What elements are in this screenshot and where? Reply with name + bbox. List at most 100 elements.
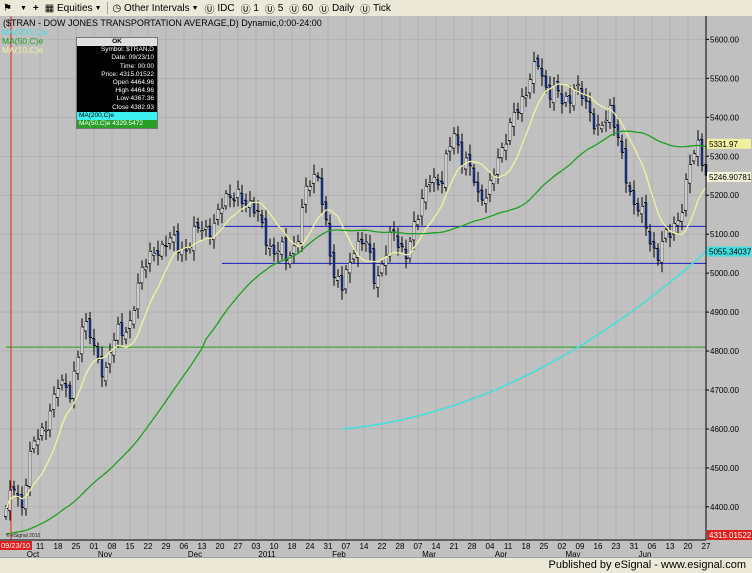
y-tick-label: 4700.00: [710, 386, 739, 395]
dollar-icon: Ⓤ: [240, 4, 254, 16]
x-tick-label: 18: [54, 542, 63, 551]
toolbar: ⚑ ▼ + ▦ Equities ▼ ◷ Other Intervals ▼ Ⓤ…: [0, 0, 752, 17]
y-tick-label: 5300.00: [710, 152, 739, 161]
y-tick-label: 5000.00: [710, 269, 739, 278]
x-tick-label: 23: [612, 542, 621, 551]
equities-label: Equities: [56, 2, 93, 14]
price-info-box: OK Symbol: $TRAN,D Date: 09/23/10 Time: …: [76, 37, 158, 130]
interval-daily-button[interactable]: Ⓤ Daily: [316, 1, 357, 16]
x-tick-label: 16: [594, 542, 603, 551]
y-tick-label: 5100.00: [710, 230, 739, 239]
svg-text:5055.34037: 5055.34037: [709, 248, 752, 257]
y-tick-label: 5200.00: [710, 191, 739, 200]
x-tick-label: 20: [684, 542, 693, 551]
interval-60-label: 60: [302, 2, 314, 14]
bookmark-icon[interactable]: ⚑: [0, 1, 15, 15]
price-box-open: Open 4464.96: [112, 79, 154, 87]
cursor-date-badge: 09/23/10: [0, 541, 32, 550]
svg-text:09/23/10: 09/23/10: [1, 541, 30, 550]
x-tick-label: 04: [486, 542, 495, 551]
x-tick-label: 25: [72, 542, 81, 551]
legend-ma10: MA(10,C)e: [2, 45, 43, 55]
y-tick-label: 5600.00: [710, 35, 739, 44]
price-box-ma200: MA(200,C)e: [77, 111, 157, 121]
price-box-ma50: MA(50,C)e 4329.5472: [77, 120, 157, 129]
month-label: Apr: [495, 550, 508, 557]
month-label: Dec: [188, 550, 202, 557]
y-tick-label: 5500.00: [710, 74, 739, 83]
price-box-time: Time: 00:00: [119, 62, 154, 70]
svg-text:5246.90781: 5246.90781: [709, 173, 752, 182]
dollar-icon: Ⓤ: [319, 4, 332, 16]
price-box-date: Date: 09/23/10: [111, 54, 154, 62]
status-bar: Published by eSignal - www.esignal.com: [0, 557, 752, 573]
interval-60-button[interactable]: Ⓤ 60: [286, 1, 316, 16]
equities-menu[interactable]: ▦ Equities ▼: [42, 1, 105, 15]
price-box-price: Price: 4315.01522: [101, 70, 154, 78]
symbol-dropdown-icon[interactable]: ▼: [15, 1, 30, 15]
x-tick-label: 25: [540, 542, 549, 551]
chart-title: ($TRAN - DOW JONES TRANSPORTATION AVERAG…: [3, 18, 322, 28]
chart-icon: ▦: [44, 2, 57, 14]
idc-label: IDC: [217, 2, 235, 14]
x-tick-label: 27: [234, 542, 243, 551]
x-tick-label: 20: [216, 542, 225, 551]
interval-idc-button[interactable]: Ⓤ IDC: [202, 1, 238, 16]
x-tick-label: 24: [306, 542, 315, 551]
x-tick-label: 21: [450, 542, 459, 551]
price-box-header: OK: [77, 38, 157, 47]
interval-1-label: 1: [253, 2, 259, 14]
ma10-value-badge: 5331.97: [707, 138, 751, 149]
x-tick-label: 22: [378, 542, 387, 551]
dollar-icon: Ⓤ: [204, 4, 218, 16]
month-label: Mar: [422, 550, 436, 557]
x-tick-label: 27: [702, 542, 711, 551]
x-tick-label: 28: [468, 542, 477, 551]
price-box-low: Low 4367.36: [116, 95, 154, 103]
chevron-down-icon: ▼: [94, 4, 102, 12]
add-icon[interactable]: +: [30, 1, 42, 15]
watermark: © eSignal 2010: [6, 532, 40, 539]
y-tick-label: 4600.00: [710, 425, 739, 434]
interval-daily-label: Daily: [331, 2, 355, 14]
month-label: Nov: [98, 550, 112, 557]
interval-5-label: 5: [277, 2, 284, 14]
svg-text:5331.97: 5331.97: [709, 140, 738, 149]
other-intervals-label: Other Intervals: [124, 2, 190, 14]
ma200-value-badge: 5055.34037: [707, 246, 752, 257]
month-label: 2011: [258, 550, 276, 557]
x-tick-label: 13: [666, 542, 675, 551]
dollar-icon: Ⓤ: [289, 4, 303, 16]
month-label: Jun: [639, 550, 652, 557]
price-box-symbol: Symbol: $TRAN,D: [100, 46, 154, 54]
published-by-label: Published by eSignal - www.esignal.com: [548, 559, 747, 571]
y-tick-label: 4900.00: [710, 308, 739, 317]
price-box-close: Close 4382.93: [112, 103, 154, 111]
x-tick-label: 18: [288, 542, 297, 551]
interval-1-button[interactable]: Ⓤ 1: [238, 1, 262, 16]
svg-text:4315.01522: 4315.01522: [709, 531, 752, 540]
clock-icon: ◷: [112, 2, 125, 14]
ma50-value-badge: 5246.90781: [707, 171, 752, 182]
dollar-icon: Ⓤ: [360, 4, 373, 16]
y-tick-label: 4500.00: [710, 464, 739, 473]
x-tick-label: 18: [522, 542, 531, 551]
x-tick-label: 29: [162, 542, 171, 551]
price-box-high: High 4464.96: [115, 87, 154, 95]
interval-5-button[interactable]: Ⓤ 5: [262, 1, 286, 16]
month-label: Oct: [27, 550, 40, 557]
dollar-icon: Ⓤ: [264, 4, 278, 16]
y-tick-label: 4400.00: [710, 503, 739, 512]
month-label: May: [565, 550, 580, 557]
x-tick-label: 14: [360, 542, 369, 551]
month-label: Feb: [332, 550, 346, 557]
x-tick-label: 15: [126, 542, 135, 551]
interval-tick-button[interactable]: Ⓤ Tick: [357, 1, 394, 16]
chevron-down-icon: ▼: [191, 4, 199, 12]
cursor-price-badge: 4315.01522: [707, 530, 752, 540]
interval-tick-label: Tick: [372, 2, 391, 14]
x-tick-label: 28: [396, 542, 405, 551]
other-intervals-menu[interactable]: ◷ Other Intervals ▼: [110, 1, 202, 15]
y-tick-label: 5400.00: [710, 113, 739, 122]
y-tick-label: 4800.00: [710, 347, 739, 356]
